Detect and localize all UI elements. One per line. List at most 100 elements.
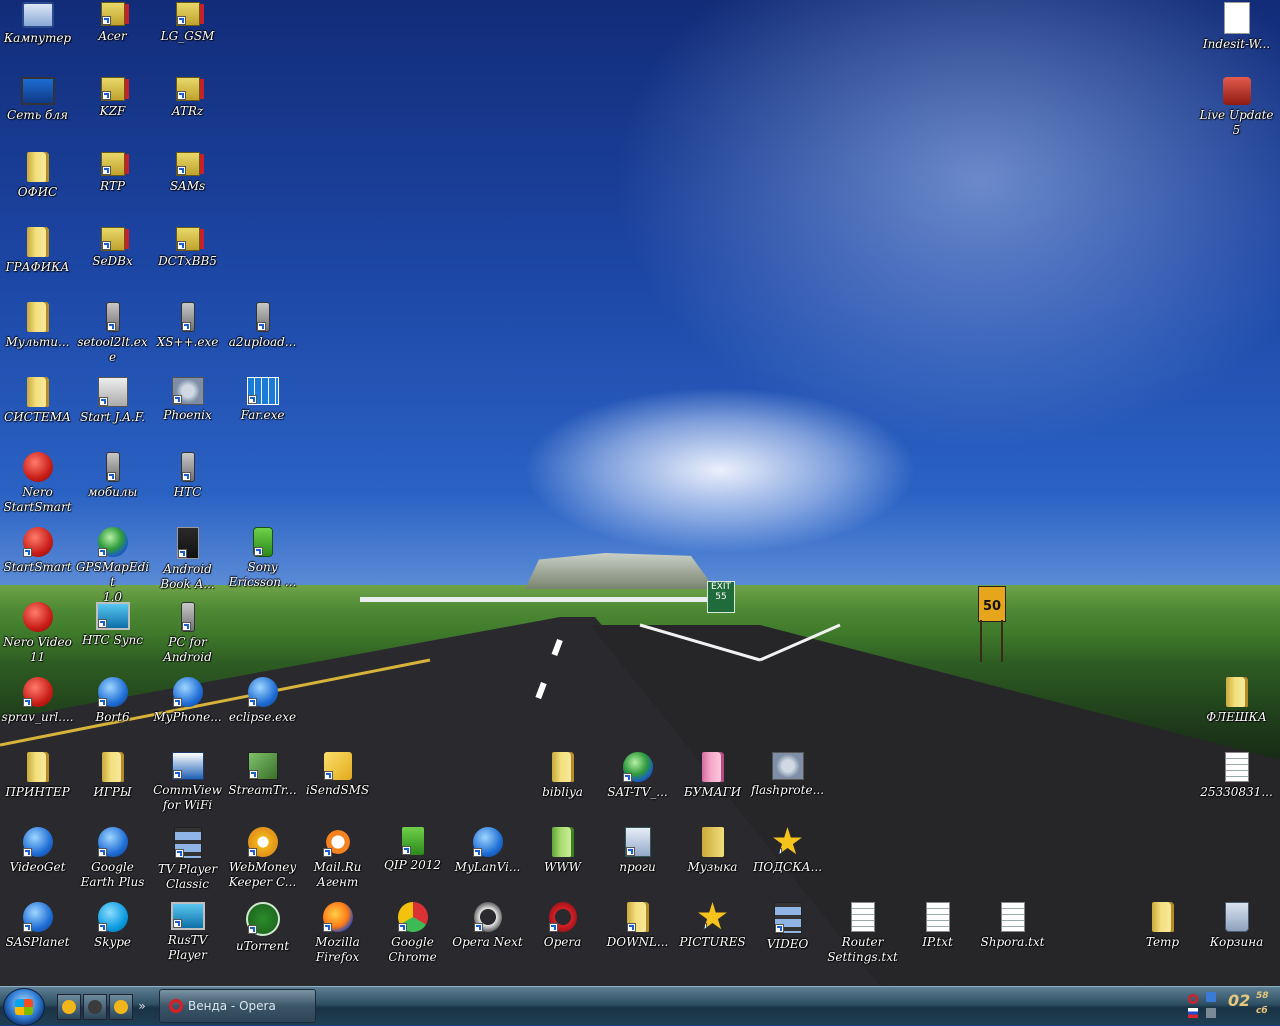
desktop-icon-sistema[interactable]: СИСТЕМА [0, 377, 75, 425]
desktop-icon-webmoney[interactable]: WebMoney Keeper C... [225, 827, 300, 890]
desktop-icon-chrome[interactable]: Google Chrome [375, 902, 450, 965]
desktop-icon-progi[interactable]: проги [600, 827, 675, 875]
network-drive-icon [100, 2, 125, 26]
network-tray-icon[interactable] [1206, 992, 1216, 1002]
desktop[interactable]: EXIT 55 50 Кампутер Acer LG_GSM Сеть бля KZF A… [0, 0, 1280, 986]
desktop-icon-indesit[interactable]: Indesit-W... [1199, 2, 1274, 52]
start-button[interactable] [3, 988, 45, 1026]
desktop-icon-myphone[interactable]: MyPhone... [150, 677, 225, 725]
desktop-icon-mylanvi[interactable]: MyLanVi... [450, 827, 525, 875]
desktop-icon-ofis[interactable]: ОФИС [0, 152, 75, 200]
desktop-icon-far[interactable]: Far.exe [225, 377, 300, 423]
desktop-icon-dctxbb5[interactable]: DCTxBB5 [150, 227, 225, 269]
desktop-icon-router-settings[interactable]: Router Settings.txt [825, 902, 900, 965]
desktop-icon-opera[interactable]: Opera [525, 902, 600, 950]
desktop-icon-label: Мульти... [5, 335, 70, 349]
desktop-icon-label: KZF [99, 104, 126, 118]
opera-tray-icon[interactable] [1188, 994, 1198, 1004]
desktop-icon-sasplanet[interactable]: SASPlanet [0, 902, 75, 950]
shortcut-arrow-icon [22, 698, 32, 707]
quick-launch-item-1[interactable] [57, 994, 81, 1020]
desktop-icon-google-earth[interactable]: Google Earth Plus [75, 827, 150, 890]
desktop-icon-xspp[interactable]: XS++.exe [150, 302, 225, 350]
shortcut-arrow-icon [101, 166, 111, 175]
desktop-icon-pc-android[interactable]: PC for Android [150, 602, 225, 665]
desktop-icon-downl[interactable]: DOWNL... [600, 902, 675, 950]
desktop-icon-sprav-url[interactable]: sprav_url.... [0, 677, 75, 725]
desktop-icon-qip[interactable]: QIP 2012 [375, 827, 450, 873]
desktop-icon-sony-ericsson[interactable]: Sony Ericsson ... [225, 527, 300, 590]
desktop-icon-opera-next[interactable]: Opera Next [450, 902, 525, 950]
desktop-icon-nero-video[interactable]: Nero Video 11 [0, 602, 75, 665]
quick-launch-item-3[interactable] [109, 994, 133, 1020]
language-flag-icon[interactable] [1188, 1008, 1198, 1018]
desktop-icon-firefox[interactable]: Mozilla Firefox [300, 902, 375, 965]
quick-launch-more-button[interactable]: » [135, 994, 149, 1018]
desktop-icon-label: sprav_url.... [1, 710, 74, 724]
desktop-icon-kamputer[interactable]: Кампутер [0, 2, 75, 46]
desktop-icon-set-blya[interactable]: Сеть бля [0, 77, 75, 123]
desktop-icon-shpora[interactable]: Shpora.txt [975, 902, 1050, 950]
desktop-icon-atrz[interactable]: ATRz [150, 77, 225, 119]
desktop-icon-mailru[interactable]: Mail.Ru Агент [300, 827, 375, 890]
desktop-icon-bort6[interactable]: Bort6 [75, 677, 150, 725]
desktop-icon-rtp[interactable]: RTP [75, 152, 150, 194]
desktop-icon-live-update[interactable]: Live Update 5 [1199, 77, 1274, 138]
desktop-icon-bibliya[interactable]: bibliya [525, 752, 600, 800]
desktop-icon-commview[interactable]: CommView for WiFi [150, 752, 225, 813]
desktop-icon-korzina[interactable]: Корзина [1199, 902, 1274, 950]
desktop-icon-flashka[interactable]: ФЛЕШКА [1199, 677, 1274, 725]
taskbar-button-opera[interactable]: Венда - Opera [159, 989, 316, 1023]
shortcut-arrow-icon [101, 91, 111, 100]
desktop-icon-gpsmapedit[interactable]: GPSMapEdit 1.0 [75, 527, 150, 605]
desktop-icon-nero-startsmart[interactable]: Nero StartSmart [0, 452, 75, 515]
network-drive-icon [100, 77, 125, 101]
desktop-icon-bumagi[interactable]: БУМАГИ [675, 752, 750, 800]
desktop-icon-grafika[interactable]: ГРАФИКА [0, 227, 75, 275]
desktop-icon-mobily[interactable]: мобилы [75, 452, 150, 500]
desktop-icon-htc-sync[interactable]: HTC Sync [75, 602, 150, 648]
desktop-icon-rustv[interactable]: RusTV Player [150, 902, 225, 963]
desktop-icon-acer[interactable]: Acer [75, 2, 150, 44]
desktop-icon-kzf[interactable]: KZF [75, 77, 150, 119]
desktop-icon-android-book[interactable]: Android Book A... [150, 527, 225, 592]
desktop-icon-start-jaf[interactable]: Start J.A.F. [75, 377, 150, 425]
desktop-icon-flashprote[interactable]: flashprote... [750, 752, 825, 798]
desktop-icon-www[interactable]: WWW [525, 827, 600, 875]
desktop-icon-muzyka[interactable]: Музыка [675, 827, 750, 875]
desktop-icon-podskazka[interactable]: ПОДСКА... [750, 827, 825, 875]
desktop-icon-phoenix[interactable]: Phoenix [150, 377, 225, 423]
mail-agent-icon [322, 827, 353, 857]
desktop-icon-streamtr[interactable]: StreamTr... [225, 752, 300, 798]
window-ql-icon [88, 1000, 102, 1014]
desktop-icon-setool2lt[interactable]: setool2lt.exe [75, 302, 150, 365]
desktop-icon-isendsms[interactable]: iSendSMS [300, 752, 375, 798]
pda-icon [180, 452, 195, 482]
desktop-icon-htc[interactable]: HTC [150, 452, 225, 500]
desktop-icon-utorrent[interactable]: uTorrent [225, 902, 300, 954]
desktop-icon-video[interactable]: VIDEO [750, 902, 825, 952]
desktop-icon-igry[interactable]: ИГРЫ [75, 752, 150, 800]
desktop-icon-tvplayer[interactable]: TV Player Classic [150, 827, 225, 892]
desktop-icon-startsmart[interactable]: StartSmart [0, 527, 75, 575]
desktop-icon-ip-txt[interactable]: IP.txt [900, 902, 975, 950]
desktop-icon-file-2533[interactable]: 25330831... [1199, 752, 1274, 800]
desktop-icon-sams[interactable]: SAMs [150, 152, 225, 194]
desktop-icon-lg-gsm[interactable]: LG_GSM [150, 2, 225, 44]
desktop-icon-pictures[interactable]: PICTURES [675, 902, 750, 950]
desktop-icon-eclipse[interactable]: eclipse.exe [225, 677, 300, 725]
shortcut-arrow-icon [97, 548, 107, 557]
volume-tray-icon[interactable] [1206, 1008, 1216, 1018]
desktop-icon-sat-tv[interactable]: SAT-TV_... [600, 752, 675, 800]
clock[interactable]: 02 58 сб [1228, 991, 1278, 1021]
video-icon [773, 902, 802, 934]
desktop-icon-printer[interactable]: ПРИНТЕР [0, 752, 75, 800]
desktop-icon-multi[interactable]: Мульти... [0, 302, 75, 350]
desktop-icon-a2upload[interactable]: a2upload... [225, 302, 300, 350]
desktop-icon-temp[interactable]: Temp [1125, 902, 1200, 950]
desktop-icon-videoget[interactable]: VideoGet [0, 827, 75, 875]
desktop-icon-label: setool2lt.exe [77, 335, 148, 364]
desktop-icon-skype[interactable]: Skype [75, 902, 150, 950]
quick-launch-item-2[interactable] [83, 994, 107, 1020]
desktop-icon-sedbx[interactable]: SeDBx [75, 227, 150, 269]
